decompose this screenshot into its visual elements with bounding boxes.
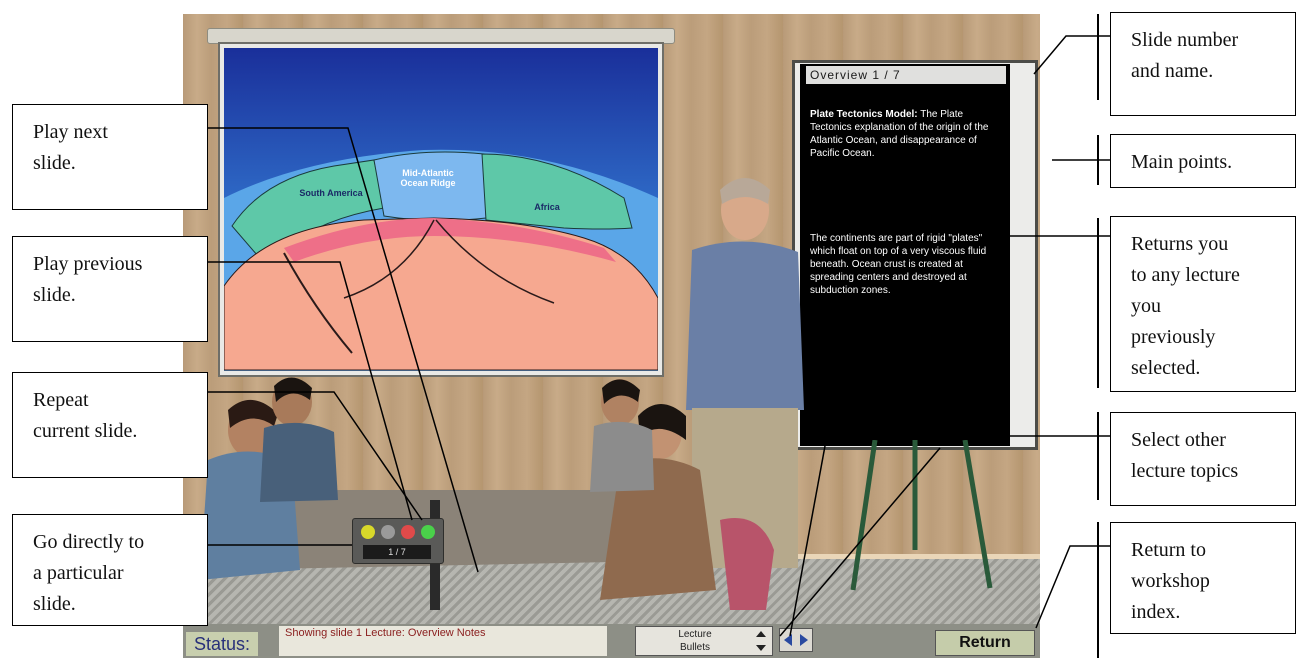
participant-right-back	[590, 379, 654, 492]
callout-repeat-current: Repeat current slide.	[12, 372, 208, 478]
slide-heading: Plate Tectonics Model:	[810, 109, 918, 120]
repeat-slide-button[interactable]	[381, 525, 395, 539]
participant-left-back	[260, 377, 338, 502]
status-bar: Status: Showing slide 1 Lecture: Overvie…	[183, 624, 1040, 658]
slide-text-panel: Overview 1 / 7 Plate Tectonics Model: Th…	[800, 64, 1010, 446]
return-button[interactable]: Return	[935, 630, 1035, 656]
easel-legs	[850, 440, 993, 591]
workshop-participants	[200, 178, 804, 610]
slide-number-name: Overview 1 / 7	[806, 66, 1006, 84]
previous-slide-button[interactable]	[401, 525, 415, 539]
slide-control-console: 1 / 7	[352, 518, 444, 564]
callout-play-next: Play next slide.	[12, 104, 208, 210]
status-message: Showing slide 1 Lecture: Overview Notes	[279, 626, 607, 656]
callout-slide-number-name: Slide number and name.	[1110, 12, 1296, 116]
status-label: Status:	[186, 632, 258, 656]
next-slide-button[interactable]	[421, 525, 435, 539]
go-to-slide-button[interactable]	[361, 525, 375, 539]
slide-paragraph-2: The continents are part of rigid "plates…	[810, 233, 987, 296]
slide-readout[interactable]: 1 / 7	[363, 545, 431, 559]
chevron-down-icon[interactable]	[756, 645, 766, 651]
left-right-arrows-icon	[784, 634, 808, 646]
workshop-screenshot: South America Mid-Atlantic Ocean Ridge A…	[0, 0, 1298, 658]
callout-select-topics: Select other lecture topics	[1110, 412, 1296, 506]
callout-return-index: Return to workshop index.	[1110, 522, 1296, 634]
lecture-option-1[interactable]: Lecture	[640, 629, 750, 641]
callout-main-points: Main points.	[1110, 134, 1296, 188]
callout-go-directly: Go directly to a particular slide.	[12, 514, 208, 626]
lecture-option-2[interactable]: Bullets	[640, 642, 750, 654]
main-points: Plate Tectonics Model: The Plate Tectoni…	[810, 108, 1004, 160]
lecture-topic-select[interactable]: Lecture Bullets	[635, 626, 773, 656]
callout-returns-lecture: Returns you to any lecture you previousl…	[1110, 216, 1296, 392]
chevron-up-icon[interactable]	[756, 631, 766, 637]
previous-lecture-control[interactable]	[779, 628, 813, 652]
callout-play-previous: Play previous slide.	[12, 236, 208, 342]
